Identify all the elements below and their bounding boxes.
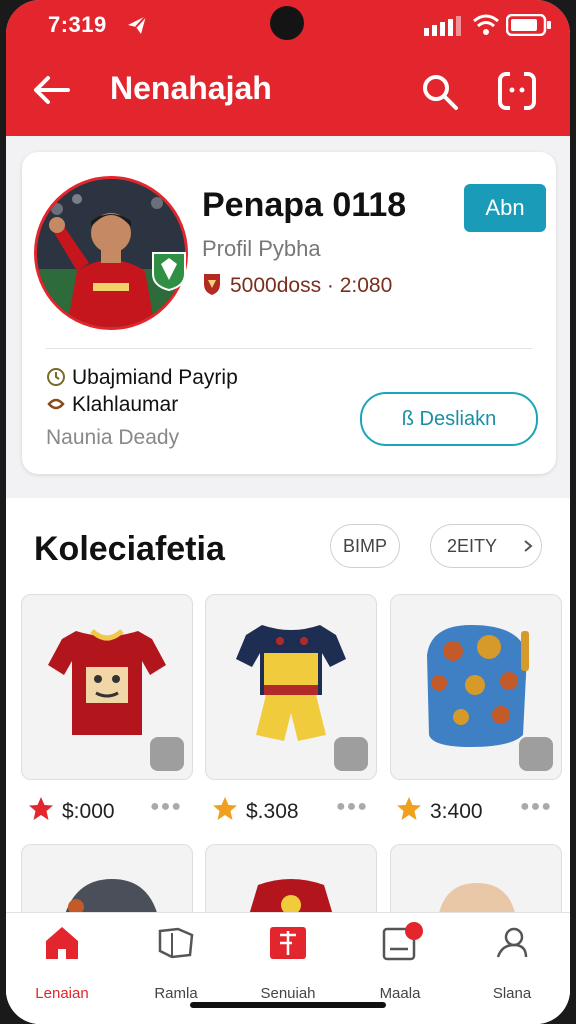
corner-action-icon[interactable]: [150, 737, 184, 771]
home-icon: [46, 927, 78, 959]
battery-icon: [505, 13, 552, 41]
item-price-text: $.308: [246, 800, 299, 823]
nav-label: Maala: [379, 985, 421, 1002]
profile-card: Penapa 0118 Profil Pybha 5000doss · 2:08…: [22, 152, 556, 474]
home-indicator[interactable]: [190, 1002, 386, 1008]
search-icon[interactable]: [420, 72, 460, 112]
item-price-text: $:000: [62, 800, 115, 823]
item-price: $.308: [212, 796, 299, 828]
item-price: 3:400: [396, 796, 483, 828]
more-options-icon[interactable]: ●●●: [520, 798, 552, 816]
nav-label: Lenaian: [35, 985, 89, 1002]
back-arrow-icon[interactable]: [32, 72, 72, 108]
item-price-text: 3:400: [430, 800, 483, 823]
book-icon: [158, 927, 194, 959]
stats-text: 5000doss · 2:080: [230, 274, 393, 297]
collection-item[interactable]: [390, 594, 562, 780]
info-line-1: Ubajmiand Payrip: [46, 366, 238, 393]
page-title: Nenahajah: [110, 70, 272, 106]
collection-item[interactable]: [205, 594, 377, 780]
clock-icon: [46, 367, 66, 393]
status-bar: 7:319: [6, 0, 570, 52]
signal-icon: [424, 16, 462, 41]
follow-button[interactable]: Abn: [464, 184, 546, 232]
info-line-3: Naunia Deady: [46, 426, 180, 449]
app-header: 7:319 Nenahajah: [6, 0, 570, 136]
item-price: $:000: [28, 796, 115, 828]
profile-stats: 5000doss · 2:080: [202, 272, 392, 302]
location-icon: [46, 394, 66, 420]
phone-screen: 7:319 Nenahajah Penapa 0118 Profil Pybha…: [6, 0, 570, 1024]
scan-icon[interactable]: [496, 70, 538, 112]
profile-name: Penapa 0118: [202, 186, 407, 224]
info-line-2: Klahlaumar: [46, 393, 178, 420]
more-options-icon[interactable]: ●●●: [150, 798, 182, 816]
schedule-icon: [270, 927, 306, 959]
star-icon: [212, 796, 238, 828]
heart-icon[interactable]: [519, 737, 553, 771]
nav-label: Ramla: [154, 985, 198, 1002]
more-options-icon[interactable]: ●●●: [336, 798, 368, 816]
filter-chip-2[interactable]: 2EITY: [430, 524, 542, 568]
front-camera: [270, 6, 304, 40]
club-crest-icon: [150, 250, 188, 292]
status-time: 7:319: [48, 12, 107, 37]
chevron-right-icon: [523, 525, 533, 582]
notification-badge: [405, 922, 423, 940]
star-icon: [28, 796, 54, 828]
info-line-1-text: Ubajmiand Payrip: [72, 366, 238, 389]
collection-item[interactable]: [21, 594, 193, 780]
corner-action-icon[interactable]: [334, 737, 368, 771]
info-line-2-text: Klahlaumar: [72, 393, 179, 416]
profile-subtitle: Profil Pybha: [202, 236, 321, 261]
nav-label: Slana: [492, 985, 532, 1002]
wifi-icon: [472, 13, 500, 42]
divider: [46, 348, 532, 349]
description-button[interactable]: ß Desliakn: [360, 392, 538, 446]
profile-icon: [496, 927, 528, 958]
star-icon: [396, 796, 422, 828]
filter-chip-2-label: 2EITY: [447, 536, 498, 556]
nav-label: Senuiah: [260, 985, 316, 1002]
shield-icon: [202, 272, 222, 302]
telegram-icon: [124, 12, 150, 43]
section-title: Koleciafetia: [34, 530, 225, 568]
filter-chip-1[interactable]: BIMP: [330, 524, 400, 568]
